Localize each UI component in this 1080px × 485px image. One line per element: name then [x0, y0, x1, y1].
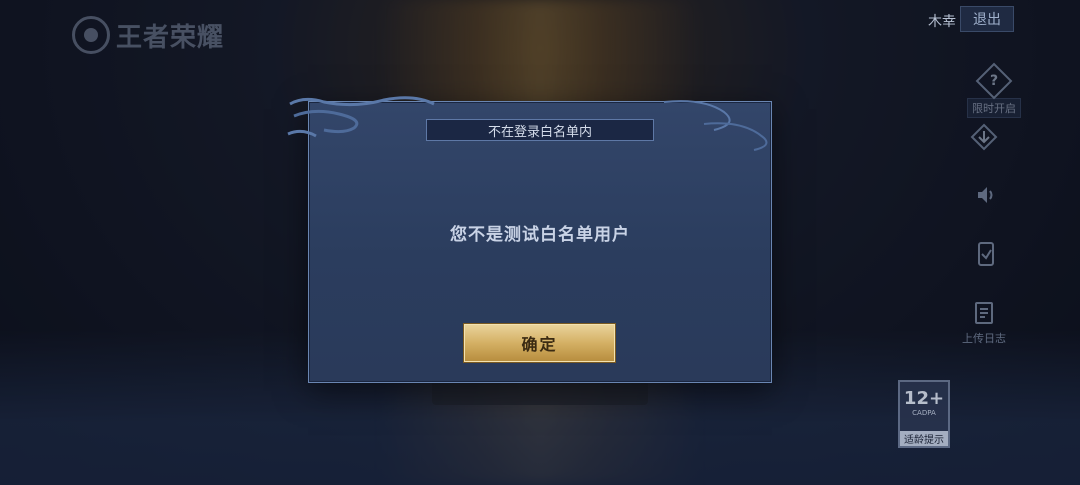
volume-icon	[969, 178, 1003, 212]
logout-button[interactable]: 退出	[960, 6, 1014, 32]
volume-button[interactable]	[969, 178, 1003, 212]
logo-icon	[72, 16, 110, 54]
age-rating-number: 12+	[903, 388, 945, 409]
help-icon: ?	[975, 62, 1013, 100]
download-icon	[967, 120, 1001, 154]
log-icon	[967, 296, 1001, 330]
age-rating-tip[interactable]: 适龄提示	[900, 431, 948, 446]
age-rating-org: CADPA	[912, 409, 936, 417]
dialog-message: 您不是测试白名单用户	[450, 225, 630, 245]
confirm-button[interactable]: 确定	[464, 324, 615, 362]
game-logo: 王者荣耀	[72, 16, 224, 54]
repair-button[interactable]	[969, 238, 1003, 272]
age-rating-badge: 12+ CADPA 适龄提示	[898, 380, 950, 448]
logo-text: 王者荣耀	[116, 22, 225, 53]
dialog-title: 不在登录白名单内	[426, 119, 654, 141]
limited-open-button[interactable]: ? 限时开启	[967, 62, 1021, 118]
upload-log-label: 上传日志	[962, 332, 1006, 345]
repair-icon	[969, 238, 1003, 272]
limited-open-label: 限时开启	[967, 98, 1021, 118]
upload-log-button[interactable]: 上传日志	[962, 296, 1006, 346]
user-name: 木幸	[928, 14, 956, 30]
download-button[interactable]	[967, 120, 1001, 154]
